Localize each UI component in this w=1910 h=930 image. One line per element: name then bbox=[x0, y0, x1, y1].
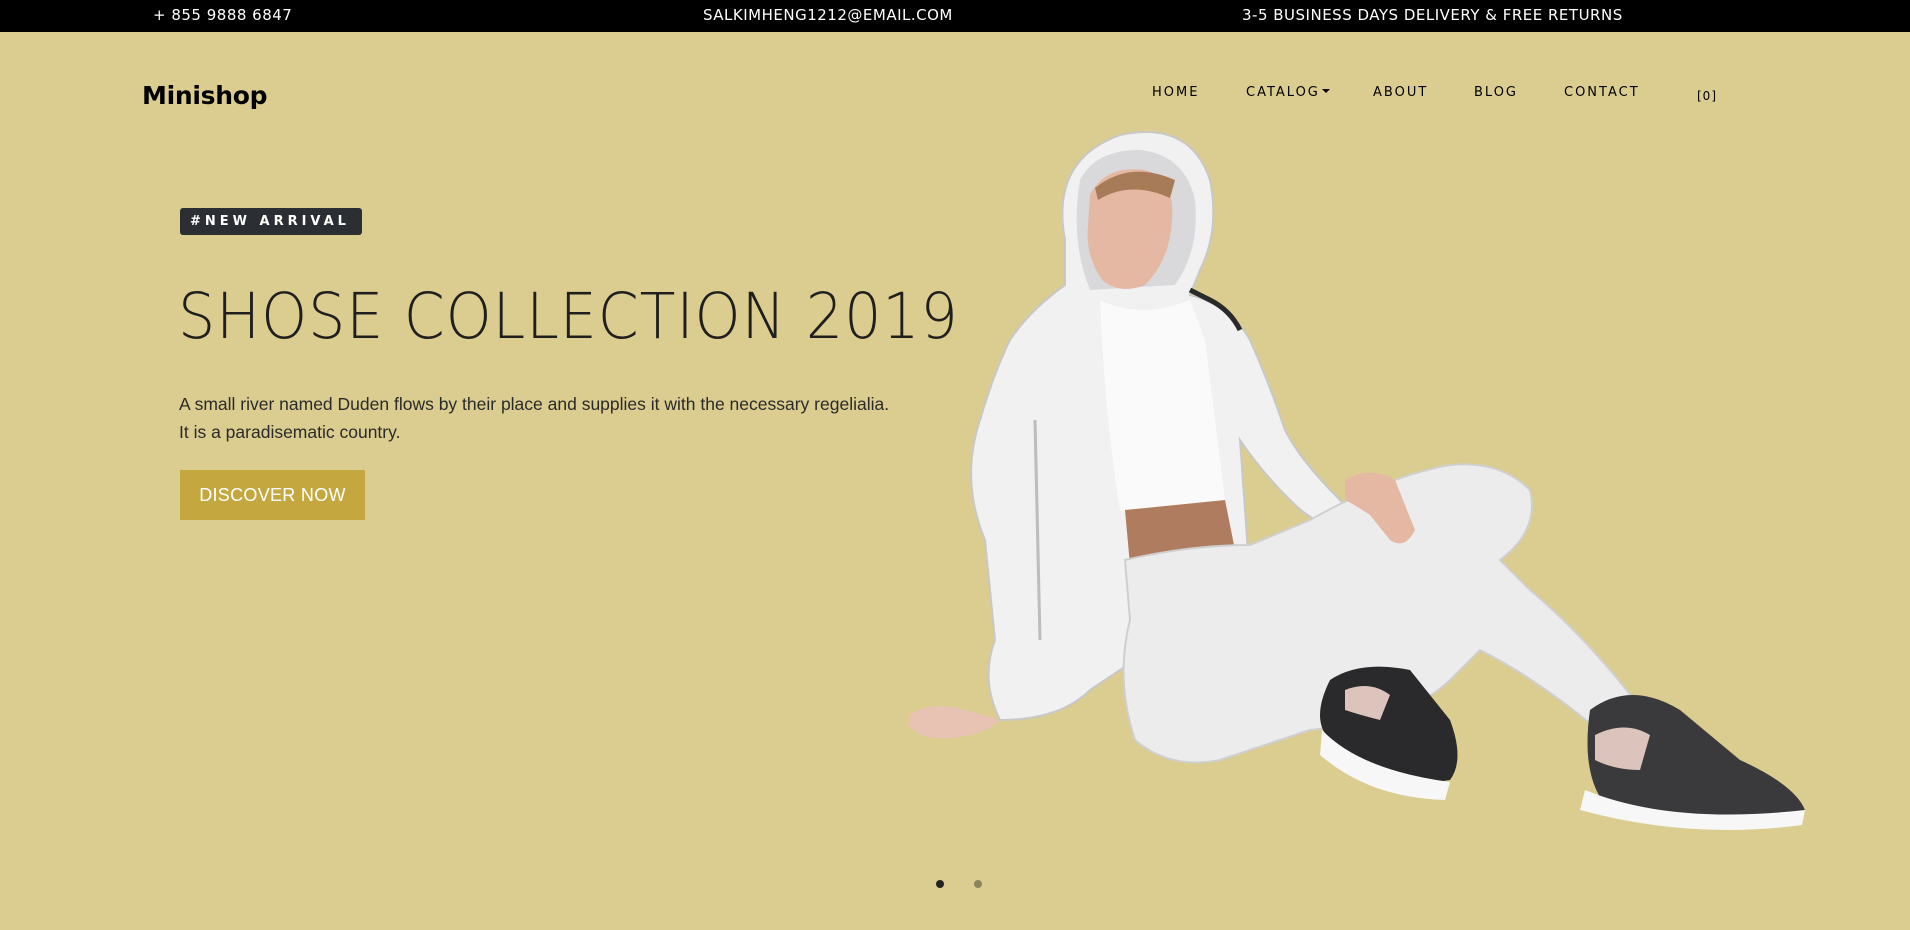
carousel-dots bbox=[930, 880, 990, 892]
hero-description: A small river named Duden flows by their… bbox=[179, 394, 890, 442]
delivery-notice: 3-5 BUSINESS DAYS DELIVERY & FREE RETURN… bbox=[1242, 6, 1623, 24]
main-nav: HOME CATALOG ABOUT BLOG CONTACT [0] bbox=[0, 85, 1910, 109]
nav-catalog[interactable]: CATALOG bbox=[1246, 85, 1330, 100]
discover-now-button[interactable]: DISCOVER NOW bbox=[180, 470, 365, 520]
hero-image bbox=[908, 131, 1805, 830]
hero-title: SHOSE COLLECTION 2019 bbox=[178, 280, 959, 353]
carousel-dot-2[interactable] bbox=[974, 880, 982, 888]
chevron-down-icon bbox=[1321, 89, 1330, 93]
nav-home[interactable]: HOME bbox=[1152, 85, 1199, 100]
nav-catalog-label: CATALOG bbox=[1246, 85, 1320, 100]
nav-about[interactable]: ABOUT bbox=[1373, 85, 1428, 100]
new-arrival-badge: #NEW ARRIVAL bbox=[180, 208, 362, 235]
email-address: SALKIMHENG1212@EMAIL.COM bbox=[703, 6, 953, 24]
nav-contact[interactable]: CONTACT bbox=[1564, 85, 1640, 100]
phone-number: + 855 9888 6847 bbox=[153, 6, 293, 24]
carousel-dot-1[interactable] bbox=[936, 880, 944, 888]
cart-count[interactable]: [0] bbox=[1697, 89, 1717, 103]
nav-blog[interactable]: BLOG bbox=[1474, 85, 1518, 100]
top-info-bar: + 855 9888 6847 SALKIMHENG1212@EMAIL.COM… bbox=[0, 0, 1910, 32]
